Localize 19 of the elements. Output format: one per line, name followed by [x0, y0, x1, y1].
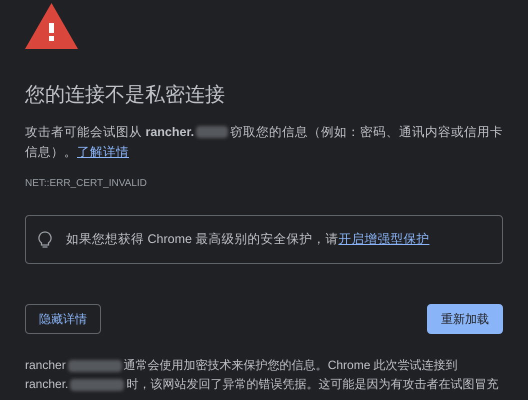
warning-text: 信息）。 [25, 145, 77, 159]
warning-text: 窃取您的信息（例如：密码、通讯内容或信用卡 [230, 124, 503, 141]
learn-more-link[interactable]: 了解详情 [77, 145, 129, 159]
details-text: 通常会使用加密技术来保护您的信息。Chrome 此次尝试连接到 [124, 357, 458, 374]
host-text: rancher [25, 357, 66, 374]
redaction-blur [68, 360, 122, 372]
details-text: 时，该网站发回了异常的错误凭据。这可能是因为有攻击者在试图冒充 [126, 376, 498, 393]
host-text: rancher. [25, 376, 68, 393]
tip-text: 如果您想获得 Chrome 最高级别的安全保护，请 [66, 232, 338, 246]
hide-details-button[interactable]: 隐藏详情 [25, 304, 101, 334]
redaction-blur [70, 378, 124, 390]
lightbulb-icon [38, 230, 52, 248]
warning-icon [25, 3, 78, 49]
redaction-blur [196, 126, 228, 138]
page-title: 您的连接不是私密连接 [25, 83, 226, 108]
reload-button[interactable]: 重新加载 [427, 304, 503, 334]
enhanced-protection-link[interactable]: 开启增强型保护 [338, 232, 430, 246]
error-code: NET::ERR_CERT_INVALID [25, 177, 148, 191]
warning-text: 攻击者可能会试图从 rancher. [25, 124, 194, 141]
